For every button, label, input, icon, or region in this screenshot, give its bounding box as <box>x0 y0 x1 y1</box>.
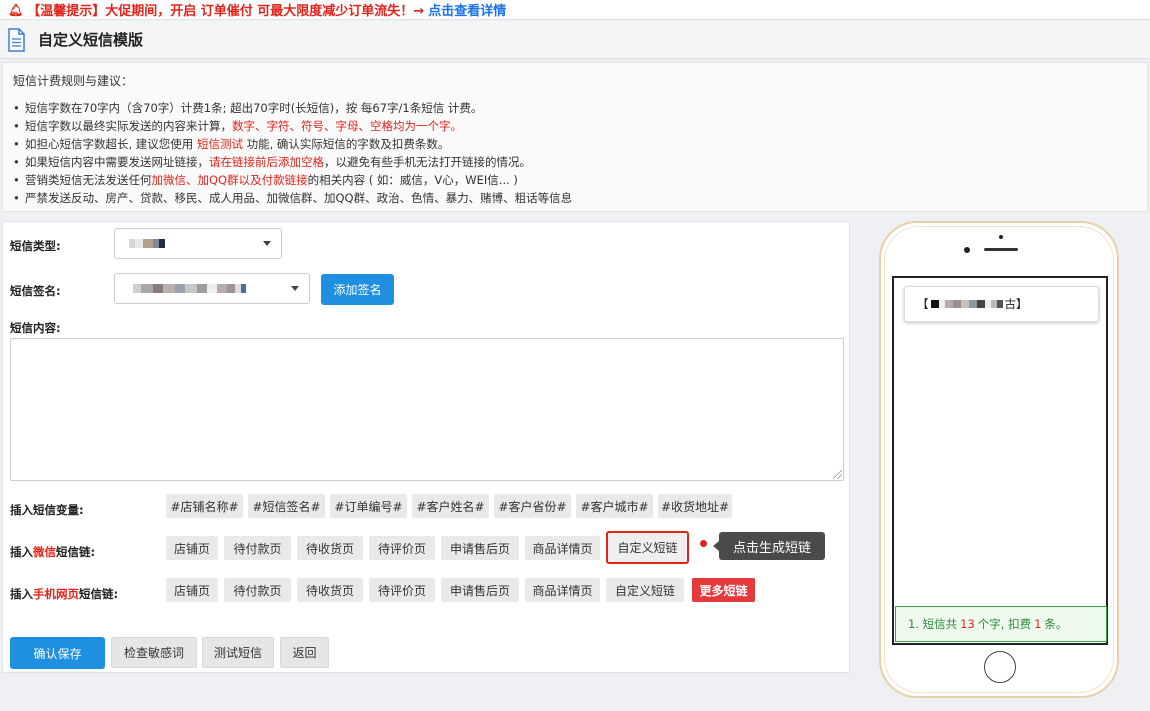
mobile-link-button[interactable]: 待收货页 <box>297 578 363 602</box>
rule-highlight: 短信测试 <box>196 137 243 151</box>
home-button-icon <box>984 651 1016 683</box>
chevron-down-icon <box>291 286 299 291</box>
resize-grip-icon[interactable] <box>833 470 842 479</box>
rule-item: 如果短信内容中需要发送网址链接，请在链接前后添加空格，以避免有些手机无法打开链接… <box>13 153 1137 171</box>
rule-text: 短信字数以最终实际发送的内容来计算， <box>25 119 232 133</box>
mobile-link-button[interactable]: 申请售后页 <box>441 578 519 602</box>
wechat-link-button[interactable]: 待付款页 <box>224 536 291 560</box>
variable-chip[interactable]: #客户姓名# <box>412 494 489 518</box>
rules-heading: 短信计费规则与建议： <box>13 74 134 88</box>
wechat-link-button[interactable]: 商品详情页 <box>525 536 600 560</box>
rule-item: 如担心短信字数超长, 建议您使用 短信测试 功能, 确认实际短信的字数及扣费条数… <box>13 135 1137 153</box>
variables-label: 插入短信变量: <box>10 503 84 517</box>
sms-type-select[interactable] <box>114 228 282 259</box>
variable-chip[interactable]: #订单编号# <box>330 494 407 518</box>
rule-text: 短信字数在70字内（含70字）计费1条; 超出70字时(长短信)，按 每67字/… <box>25 101 483 115</box>
title-bar: 自定义短信模版 <box>0 21 1150 59</box>
generate-link-tooltip: 点击生成短链 <box>713 532 825 560</box>
wechat-link-button[interactable]: 待收货页 <box>297 536 363 560</box>
variable-chip[interactable]: #客户省份# <box>494 494 571 518</box>
rule-text: 如担心短信字数超长, 建议您使用 <box>25 137 197 151</box>
content-label: 短信内容: <box>10 321 61 335</box>
wechat-link-button[interactable]: 待评价页 <box>369 536 435 560</box>
count-suffix: 条。 <box>1044 617 1068 631</box>
rule-item: 短信字数以最终实际发送的内容来计算，数字、字符、符号、字母、空格均为一个字。 <box>13 117 1137 135</box>
mobile-label-highlight: 手机网页 <box>33 587 79 601</box>
rule-text: 严禁发送反动、房产、贷款、移民、成人用品、加微信群、加QQ群、政治、色情、暴力、… <box>25 191 573 205</box>
rule-text: 如果短信内容中需要发送网址链接， <box>25 155 209 169</box>
tooltip-dot-icon <box>700 540 707 547</box>
notice-bar: 🔔︎ 【温馨提示】 大促期间，开启 订单催付 可最大限度减少订单流失！→ 点击查… <box>0 0 1150 20</box>
mobile-link-button[interactable]: 待评价页 <box>369 578 435 602</box>
rule-text: 功能, 确认实际短信的字数及扣费条数。 <box>242 137 450 151</box>
mobile-label-suffix: 短信链: <box>79 587 119 601</box>
sms-preview-bubble: 【 古】 <box>904 286 1099 322</box>
rules-list: 短信字数在70字内（含70字）计费1条; 超出70字时(长短信)，按 每67字/… <box>13 99 1137 207</box>
rule-text: 的相关内容 ( 如：威信，V心，WEI信... ) <box>307 173 518 187</box>
wechat-label-prefix: 插入 <box>10 545 33 559</box>
page-title: 自定义短信模版 <box>38 31 144 49</box>
mobile-links-label: 插入手机网页短信链: <box>10 586 118 602</box>
back-button[interactable]: 返回 <box>280 637 329 668</box>
wechat-links-label: 插入微信短信链: <box>10 544 95 560</box>
sensor-icon <box>999 235 1003 239</box>
variable-chip[interactable]: #店铺名称# <box>166 494 243 518</box>
char-count: 13 <box>960 617 975 631</box>
signature-value-redacted <box>133 284 246 293</box>
signature-label: 短信签名: <box>10 284 61 298</box>
add-signature-button[interactable]: 添加签名 <box>321 274 394 305</box>
signature-select[interactable] <box>114 273 310 304</box>
chevron-down-icon <box>263 241 271 246</box>
rule-item: 营销类短信无法发送任何加微信、加QQ群以及付款链接的相关内容 ( 如：威信，V心… <box>13 171 1137 189</box>
document-icon <box>8 27 25 52</box>
mobile-link-button[interactable]: 店铺页 <box>166 578 218 602</box>
preview-signature-tail: 古】 <box>1004 297 1028 311</box>
sms-form-panel: 短信类型: 短信签名: 添加签名 短信内容: 插入短信变量: #店铺名称# #短信… <box>2 221 850 673</box>
sms-content-textarea[interactable] <box>10 338 844 481</box>
rule-item: 严禁发送反动、房产、贷款、移民、成人用品、加微信群、加QQ群、政治、色情、暴力、… <box>13 189 1137 207</box>
wechat-link-button[interactable]: 店铺页 <box>166 536 218 560</box>
mobile-link-button[interactable]: 自定义短链 <box>606 578 684 602</box>
sms-type-value-redacted <box>129 239 165 248</box>
sms-count-summary: 1. 短信共 13 个字, 扣费 1 条。 <box>895 606 1107 642</box>
rule-item: 短信字数在70字内（含70字）计费1条; 超出70字时(长短信)，按 每67字/… <box>13 99 1137 117</box>
notice-message: 大促期间，开启 订单催付 可最大限度减少订单流失！→ <box>105 4 425 19</box>
wechat-label-highlight: 微信 <box>33 545 56 559</box>
check-sensitive-words-button[interactable]: 检查敏感词 <box>111 637 197 668</box>
save-button[interactable]: 确认保存 <box>10 637 105 669</box>
test-sms-button[interactable]: 测试短信 <box>202 637 274 668</box>
preview-open-bracket: 【 <box>917 297 929 311</box>
speaker-icon <box>984 248 1018 251</box>
preview-signature-redacted <box>930 300 1003 308</box>
rule-text: ，以避免有些手机无法打开链接的情况。 <box>324 155 531 169</box>
variable-chip[interactable]: #收货地址# <box>658 494 732 518</box>
wechat-label-suffix: 短信链: <box>56 545 96 559</box>
bell-icon: 🔔︎ <box>8 2 24 17</box>
more-links-button[interactable]: 更多短链 <box>692 578 755 602</box>
rule-highlight: 请在链接前后添加空格 <box>209 155 324 169</box>
mobile-link-button[interactable]: 待付款页 <box>224 578 291 602</box>
mobile-label-prefix: 插入 <box>10 587 33 601</box>
billed-count: 1 <box>1034 617 1042 631</box>
variable-chip[interactable]: #客户城市# <box>576 494 653 518</box>
notice-prefix: 【温馨提示】 <box>27 4 106 19</box>
wechat-link-button[interactable]: 自定义短链 <box>606 531 689 564</box>
mobile-link-button[interactable]: 商品详情页 <box>525 578 600 602</box>
count-prefix: 1. 短信共 <box>908 617 958 631</box>
phone-screen: 【 古】 1. 短信共 13 个字, 扣费 1 条。 <box>892 276 1108 645</box>
billing-rules: 短信计费规则与建议： 短信字数在70字内（含70字）计费1条; 超出70字时(长… <box>2 62 1148 212</box>
phone-preview: 【 古】 1. 短信共 13 个字, 扣费 1 条。 <box>879 221 1119 698</box>
variable-chip[interactable]: #短信签名# <box>248 494 325 518</box>
count-middle: 个字, 扣费 <box>977 617 1032 631</box>
sms-type-label: 短信类型: <box>10 239 61 253</box>
wechat-link-button[interactable]: 申请售后页 <box>441 536 519 560</box>
rule-highlight: 数字、字符、符号、字母、空格均为一个字。 <box>232 119 462 133</box>
rule-text: 营销类短信无法发送任何 <box>25 173 152 187</box>
camera-icon <box>964 247 970 253</box>
rule-highlight: 加微信、加QQ群以及付款链接 <box>151 173 308 187</box>
notice-link[interactable]: 点击查看详情 <box>428 0 506 19</box>
